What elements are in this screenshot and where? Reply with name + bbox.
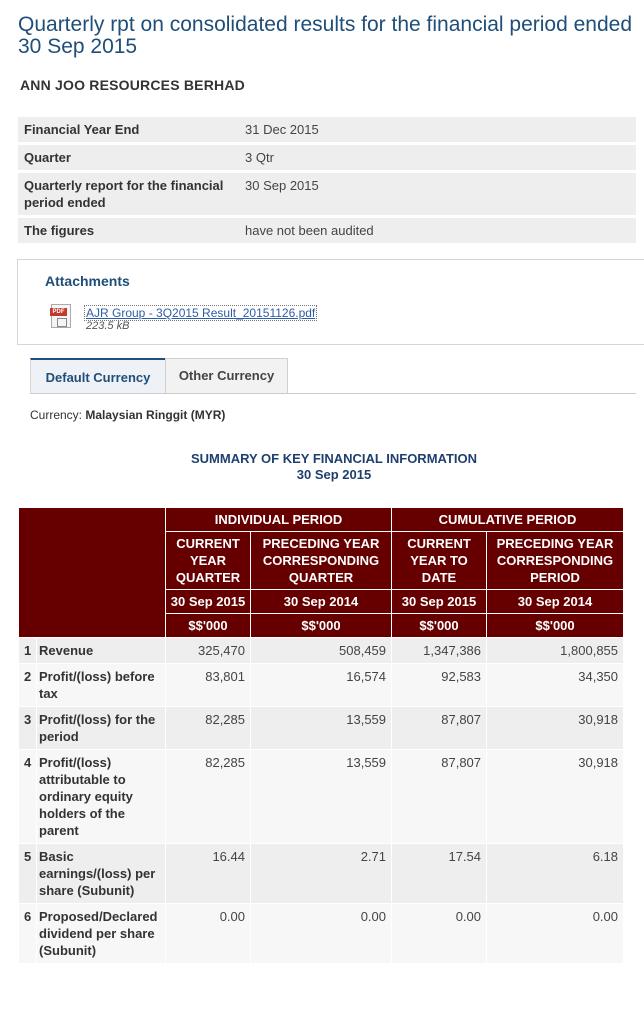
column-header: CURRENT YEAR TO DATE	[391, 531, 488, 590]
info-value: 30 Sep 2015	[239, 173, 636, 215]
unit-header: $$'000	[486, 613, 625, 638]
date-header: 30 Sep 2015	[391, 589, 488, 614]
summary-date: 30 Sep 2015	[296, 467, 372, 482]
row-label: Profit/(loss) attributable to ordinary e…	[36, 749, 166, 844]
info-row: Quarter 3 Qtr	[18, 145, 636, 170]
unit-header: $$'000	[391, 613, 488, 638]
cell-value: 30,918	[486, 706, 625, 750]
info-label: Quarterly report for the financial perio…	[18, 173, 239, 215]
tab-divider	[30, 393, 636, 394]
unit-header: $$'000	[165, 613, 251, 638]
row-label: Proposed/Declared dividend per share (Su…	[36, 903, 166, 964]
cell-value: 82,285	[165, 749, 251, 844]
row-label: Revenue	[36, 637, 166, 664]
row-label: Profit/(loss) before tax	[36, 663, 166, 707]
info-label: Financial Year End	[18, 117, 239, 142]
table-row: 1 Revenue 325,470 508,459 1,347,386 1,80…	[18, 637, 625, 664]
announcement-info-table: Financial Year End 31 Dec 2015 Quarter 3…	[18, 114, 636, 246]
group-header-row: INDIVIDUAL PERIOD CUMULATIVE PERIOD	[18, 507, 625, 638]
date-header: 30 Sep 2014	[249, 589, 393, 614]
summary-heading: SUMMARY OF KEY FINANCIAL INFORMATION 30 …	[18, 451, 644, 483]
table-row: 6 Proposed/Declared dividend per share (…	[18, 903, 625, 964]
group-header: INDIVIDUAL PERIOD	[164, 507, 393, 532]
group-header: CUMULATIVE PERIOD	[391, 507, 625, 532]
date-header: 30 Sep 2015	[165, 589, 251, 614]
row-number: 6	[18, 903, 37, 964]
cell-value: 92,583	[391, 663, 488, 707]
table-row: 2 Profit/(loss) before tax 83,801 16,574…	[18, 663, 625, 707]
info-value: 31 Dec 2015	[239, 117, 636, 142]
cell-value: 82,285	[165, 706, 251, 750]
page-title: Quarterly rpt on consolidated results fo…	[18, 13, 633, 58]
tab-default-currency[interactable]: Default Currency	[30, 358, 165, 394]
company-name: ANN JOO RESOURCES BERHAD	[20, 77, 245, 93]
row-number: 2	[18, 663, 37, 707]
table-corner	[18, 507, 166, 638]
cell-value: 325,470	[165, 637, 251, 664]
pdf-icon[interactable]: PDF	[50, 304, 71, 328]
cell-value: 0.00	[391, 903, 488, 964]
info-row: Quarterly report for the financial perio…	[18, 173, 636, 215]
cell-value: 16,574	[249, 663, 393, 707]
cell-value: 0.00	[486, 903, 625, 964]
cell-value: 87,807	[391, 706, 488, 750]
cell-value: 34,350	[486, 663, 625, 707]
pdf-icon-label: PDF	[50, 308, 67, 316]
cell-value: 13,559	[249, 706, 393, 750]
cell-value: 17.54	[391, 843, 488, 904]
row-label: Basic earnings/(loss) per share (Subunit…	[36, 843, 166, 904]
unit-header: $$'000	[249, 613, 393, 638]
cell-value: 0.00	[165, 903, 251, 964]
cell-value: 1,800,855	[486, 637, 625, 664]
currency-line: Currency: Malaysian Ringgit (MYR)	[30, 408, 225, 422]
info-value: 3 Qtr	[239, 145, 636, 170]
info-label: Quarter	[18, 145, 239, 170]
row-number: 1	[18, 637, 37, 664]
cell-value: 508,459	[249, 637, 393, 664]
info-row: The figures have not been audited	[18, 218, 636, 243]
cell-value: 30,918	[486, 749, 625, 844]
financial-summary-table: INDIVIDUAL PERIOD CUMULATIVE PERIOD CURR…	[18, 507, 625, 964]
table-row: 3 Profit/(loss) for the period 82,285 13…	[18, 706, 625, 750]
table-row: 5 Basic earnings/(loss) per share (Subun…	[18, 843, 625, 904]
cell-value: 1,347,386	[391, 637, 488, 664]
date-header: 30 Sep 2014	[486, 589, 625, 614]
attachment-size: 223.5 kB	[86, 320, 130, 332]
cell-value: 2.71	[249, 843, 393, 904]
column-header: PRECEDING YEAR CORRESPONDING QUARTER	[249, 531, 393, 590]
cell-value: 6.18	[486, 843, 625, 904]
info-row: Financial Year End 31 Dec 2015	[18, 117, 636, 142]
attachment-link[interactable]: AJR Group - 3Q2015 Result_20151126.pdf	[84, 305, 318, 321]
cell-value: 87,807	[391, 749, 488, 844]
currency-label: Currency:	[30, 408, 83, 422]
row-number: 3	[18, 706, 37, 750]
cell-value: 16.44	[165, 843, 251, 904]
column-header: CURRENT YEAR QUARTER	[165, 531, 251, 590]
cell-value: 0.00	[249, 903, 393, 964]
tab-other-currency[interactable]: Other Currency	[165, 358, 288, 394]
column-header: PRECEDING YEAR CORRESPONDING PERIOD	[486, 531, 625, 590]
cell-value: 83,801	[165, 663, 251, 707]
currency-value: Malaysian Ringgit (MYR)	[85, 408, 226, 422]
attachments-title: Attachments	[45, 273, 130, 289]
pdf-icon-glyph	[57, 318, 67, 327]
row-number: 5	[18, 843, 37, 904]
row-number: 4	[18, 749, 37, 844]
table-row: 4 Profit/(loss) attributable to ordinary…	[18, 749, 625, 844]
row-label: Profit/(loss) for the period	[36, 706, 166, 750]
info-value: have not been audited	[239, 218, 636, 243]
summary-title: SUMMARY OF KEY FINANCIAL INFORMATION	[191, 451, 477, 466]
attachments-panel: Attachments PDF AJR Group - 3Q2015 Resul…	[17, 259, 644, 345]
info-label: The figures	[18, 218, 239, 243]
cell-value: 13,559	[249, 749, 393, 844]
